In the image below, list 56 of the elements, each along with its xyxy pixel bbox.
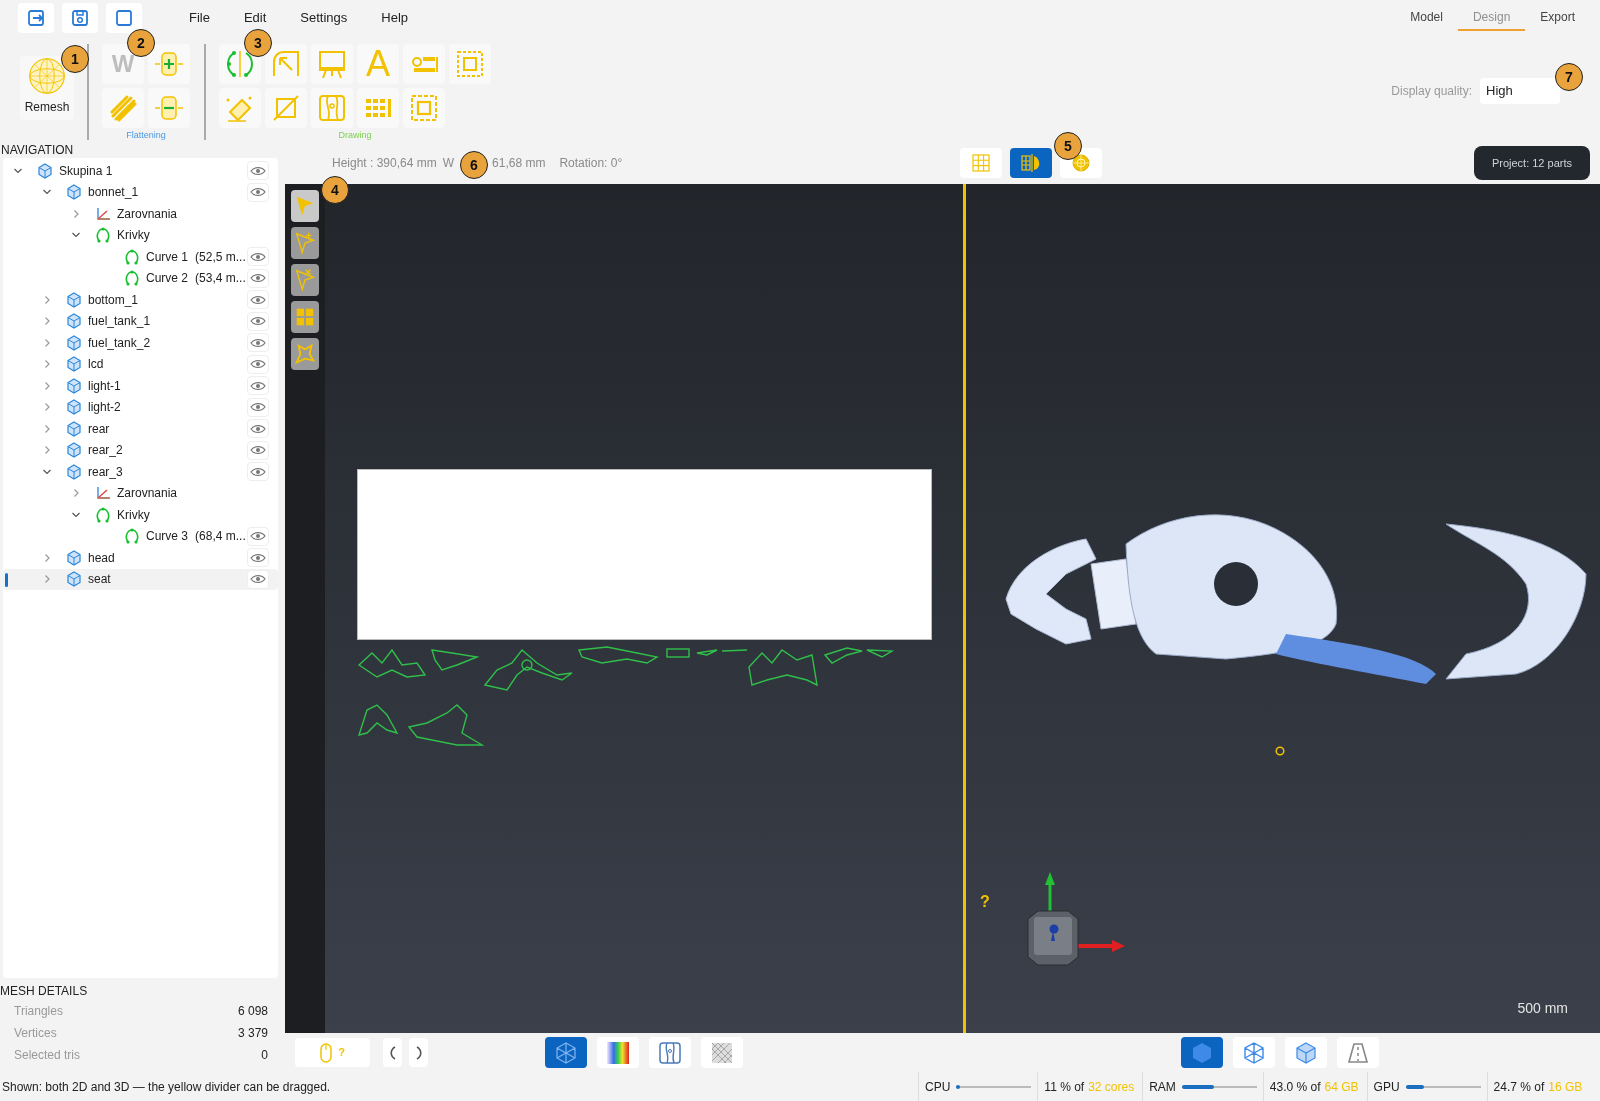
callout-tooltip: 7	[1555, 63, 1583, 91]
detail-label: Vertices	[14, 1025, 57, 1042]
group-label: Drawing	[338, 130, 372, 141]
tree-item-label: lcd	[88, 356, 104, 374]
group-label: Flattening	[126, 130, 166, 141]
meter-total: 16 GB	[1548, 1078, 1583, 1096]
detail-value: 6 098	[237, 1003, 268, 1020]
tree-item-detail: (52,5 m...	[195, 248, 246, 266]
tree-item-detail: (53,4 m...	[195, 270, 246, 288]
display-quality-label: Display quality:	[1391, 83, 1472, 100]
dimension-text: 61,68 mm	[492, 155, 546, 172]
tree-item-label: light-1	[88, 377, 121, 395]
tree-item-label: Curve 1	[146, 248, 189, 266]
tree-item-label: fuel_tank_1	[88, 313, 151, 331]
tree-item-label: Zarovnania	[117, 485, 178, 503]
meter-label: GPU	[1372, 1078, 1401, 1096]
tree-item-label: seat	[88, 571, 111, 589]
callout-tooltip: 4	[321, 176, 349, 204]
meter-reading: 43.0 % of	[1269, 1078, 1321, 1096]
meter-reading: 24.7 % of	[1493, 1078, 1545, 1096]
tree-item-label: fuel_tank_2	[88, 334, 151, 352]
tree-item-label: Krivky	[117, 227, 150, 245]
callout-tooltip: 3	[244, 29, 272, 57]
navigation-heading: NAVIGATION	[0, 142, 74, 158]
meter-total: 32 cores	[1088, 1078, 1135, 1096]
tree-item-detail: (68,4 m...	[195, 528, 246, 546]
tree-item-label: bonnet_1	[88, 184, 139, 202]
meter-label: CPU	[924, 1078, 952, 1096]
detail-value: 3 379	[237, 1025, 268, 1042]
dimension-text: Height : 390,64 mm	[332, 155, 437, 172]
detail-label: Triangles	[14, 1003, 63, 1020]
tree-item-label: bottom_1	[88, 291, 139, 309]
status-message: Shown: both 2D and 3D — the yellow divider can be dragged.	[1, 1078, 332, 1096]
meter-total: 64 GB	[1324, 1078, 1359, 1096]
tree-item-label: rear_3	[88, 463, 123, 481]
meter-label: RAM	[1148, 1078, 1177, 1096]
tree-item-label: Curve 3	[146, 528, 189, 546]
mesh-details-heading: MESH DETAILS	[0, 983, 89, 1000]
scale-label: 500 mm	[1517, 999, 1568, 1018]
callout-tooltip: 1	[61, 45, 89, 73]
project-badge: Project: 12 parts	[1473, 146, 1590, 180]
dimension-text: W	[442, 155, 455, 172]
callout-tooltip: 6	[460, 151, 488, 179]
tree-item-label: Krivky	[117, 506, 150, 524]
tree-item-label: light-2	[88, 399, 121, 417]
meter-reading: 11 % of	[1044, 1078, 1085, 1096]
tree-item-label: rear_2	[88, 442, 123, 460]
tree-item-label: Curve 2	[146, 270, 189, 288]
tree-item-label: Skupina 1	[59, 162, 113, 180]
detail-label: Selected tris	[14, 1047, 81, 1064]
tree-item-label: head	[88, 549, 115, 567]
tree-item-label: rear	[88, 420, 110, 438]
tree-item-label: Zarovnania	[117, 205, 178, 223]
dimension-text: Rotation: 0°	[559, 155, 623, 172]
detail-value: 0	[261, 1047, 268, 1064]
callout-tooltip: 5	[1054, 132, 1082, 160]
